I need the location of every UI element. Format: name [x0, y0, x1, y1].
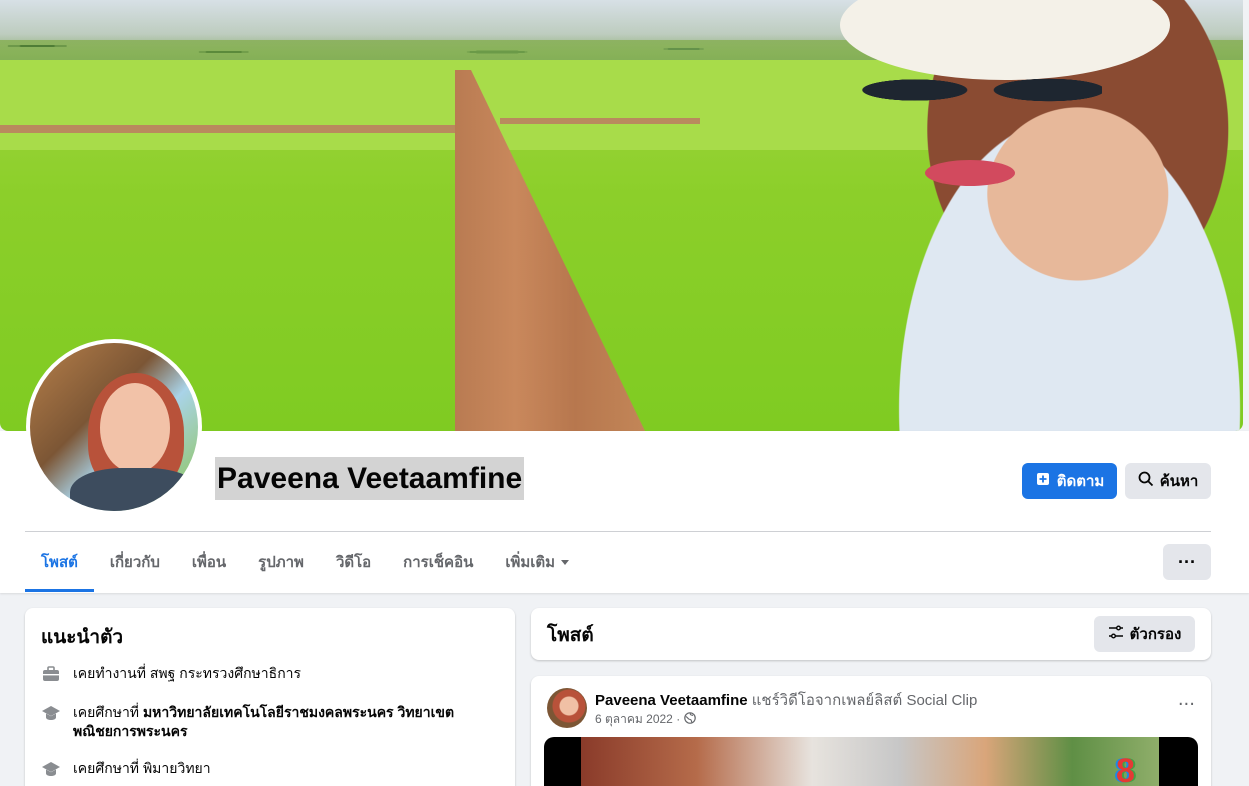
ellipsis-icon: ··· [1177, 694, 1195, 715]
tab-friends[interactable]: เพื่อน [176, 532, 242, 592]
post-author-name[interactable]: Paveena Veetaamfine [595, 692, 748, 709]
caret-down-icon [561, 559, 570, 565]
posts-header-card: โพสต์ ตัวกรอง [531, 608, 1211, 660]
globe-icon [684, 712, 697, 727]
follow-label: ติดตาม [1056, 473, 1105, 490]
more-options-button[interactable]: ··· [1163, 544, 1211, 580]
graduation-cap-icon [41, 759, 61, 779]
tab-label: วิดีโอ [335, 554, 372, 571]
post-action-text: แชร์วิดีโอจากเพลย์ลิสต์ Social Clip [747, 692, 978, 709]
posts-title: โพสต์ [547, 625, 594, 646]
cover-photo[interactable] [0, 0, 1243, 431]
tab-more[interactable]: เพิ่มเติม [489, 532, 585, 592]
post-date[interactable]: 6 ตุลาคม 2022 · [595, 710, 680, 729]
ellipsis-icon: ··· [1178, 551, 1196, 572]
intro-card: แนะนำตัว เคยทำงานที่ สพฐ กระทรวงศึกษาธิก… [25, 608, 515, 786]
tab-about[interactable]: เกี่ยวกับ [94, 532, 176, 592]
video-frame [581, 737, 1159, 786]
search-button[interactable]: ค้นหา [1125, 463, 1211, 499]
tab-label: เพิ่มเติม [505, 554, 556, 571]
tab-label: รูปภาพ [258, 554, 304, 571]
cover-lips [925, 160, 1015, 186]
post-author-avatar[interactable] [547, 688, 587, 728]
follow-icon [1035, 471, 1051, 491]
profile-tabs: โพสต์ เกี่ยวกับ เพื่อน รูปภาพ วิดีโอ การ… [25, 532, 585, 592]
tab-posts[interactable]: โพสต์ [25, 532, 94, 592]
filter-button[interactable]: ตัวกรอง [1094, 616, 1195, 652]
cover-sunglasses [862, 52, 1102, 128]
tab-photos[interactable]: รูปภาพ [242, 532, 320, 592]
intro-link[interactable]: พิมายวิทยา [143, 760, 211, 776]
tab-label: การเช็คอิน [403, 554, 474, 571]
filter-label: ตัวกรอง [1129, 626, 1182, 643]
briefcase-icon [41, 664, 61, 684]
intro-title: แนะนำตัว [41, 627, 124, 648]
post-card: Paveena Veetaamfine แชร์วิดีโอจากเพลย์ลิ… [531, 676, 1211, 786]
avatar-photo [30, 343, 198, 511]
intro-item-education: เคยศึกษาที่ พิมายวิทยา [41, 759, 503, 779]
tab-label: เกี่ยวกับ [109, 554, 160, 571]
tab-videos[interactable]: วิดีโอ [320, 532, 387, 592]
intro-prefix: เคยทำงานที่ [73, 665, 150, 681]
intro-prefix: เคยศึกษาที่ [73, 704, 143, 720]
cover-rail [0, 125, 460, 133]
avatar-face [100, 383, 170, 473]
intro-link[interactable]: สพฐ กระทรวงศึกษาธิการ [150, 665, 301, 681]
tab-checkins[interactable]: การเช็คอิน [387, 532, 489, 592]
channel-8-logo-icon: 8 [1116, 752, 1135, 786]
search-label: ค้นหา [1159, 473, 1199, 490]
intro-prefix: เคยศึกษาที่ [73, 760, 143, 776]
cover-rail [500, 118, 700, 124]
profile-name: Paveena Veetaamfine [215, 457, 525, 500]
avatar-shirt [70, 468, 198, 511]
tab-label: เพื่อน [191, 554, 227, 571]
filter-icon [1108, 624, 1124, 644]
intro-item-education: เคยศึกษาที่ มหาวิทยาลัยเทคโนโลยีราชมงคลพ… [41, 703, 503, 741]
post-meta: 6 ตุลาคม 2022 · [595, 710, 697, 729]
profile-avatar[interactable] [26, 339, 202, 515]
post-options-button[interactable]: ··· [1178, 694, 1195, 715]
tab-label: โพสต์ [41, 554, 78, 571]
intro-item-work: เคยทำงานที่ สพฐ กระทรวงศึกษาธิการ [41, 664, 503, 684]
follow-button[interactable]: ติดตาม [1022, 463, 1117, 499]
post-header: Paveena Veetaamfine แชร์วิดีโอจากเพลย์ลิ… [595, 688, 977, 712]
post-video[interactable]: 8 [544, 737, 1198, 786]
search-icon [1138, 471, 1154, 491]
graduation-cap-icon [41, 703, 61, 723]
